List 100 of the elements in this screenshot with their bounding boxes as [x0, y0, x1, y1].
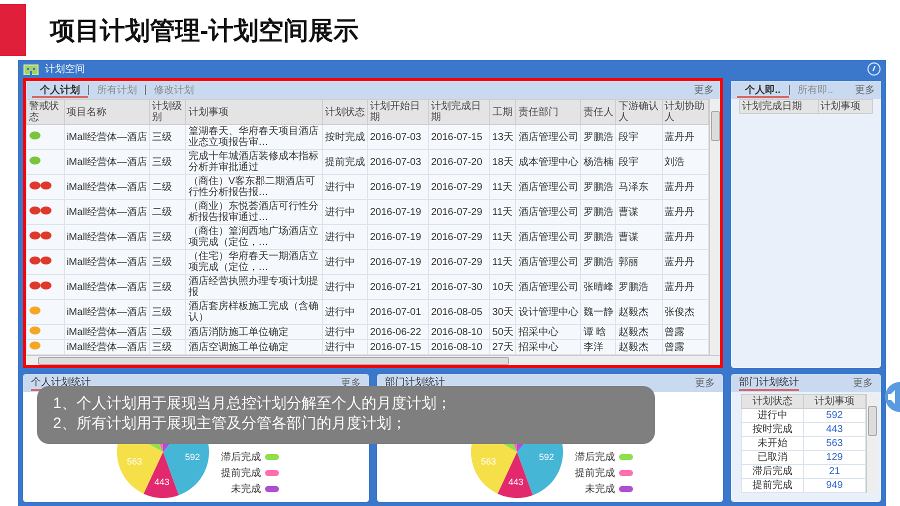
table-cell: 2016-07-19 [367, 224, 429, 250]
table-cell: （住宅）华府春天一期酒店立项完成（定位，… [186, 250, 322, 274]
column-header[interactable]: 计划事项 [818, 100, 872, 114]
panel-title: 部门计划统计 [739, 375, 799, 391]
table-cell: 2016-08-05 [428, 300, 490, 324]
table-cell: iMall经营体—酒店 [64, 324, 150, 340]
table-cell: 张俊杰 [662, 300, 708, 324]
column-header[interactable]: 计划完成日期 [428, 100, 490, 124]
column-header[interactable]: 警戒状态 [26, 100, 64, 124]
table-cell: 2016-07-19 [367, 250, 429, 274]
tab[interactable]: 个人计划 [32, 82, 88, 98]
table-cell: 三级 [150, 150, 186, 174]
table-cell: 马泽东 [616, 174, 662, 200]
table-cell: 李洋 [580, 340, 616, 354]
table-cell: 酒店管理公司 [516, 224, 581, 250]
table-cell: 129 [804, 450, 866, 464]
column-header[interactable]: 计划事项 [804, 394, 866, 408]
vertical-scrollbar[interactable] [709, 99, 720, 355]
table-cell: 进行中 [322, 250, 368, 274]
table-cell: 592 [804, 408, 866, 422]
column-header[interactable]: 计划状态 [742, 394, 804, 408]
table-cell: 11天 [490, 200, 516, 224]
column-header[interactable]: 计划状态 [322, 100, 368, 124]
accent-bar [0, 4, 26, 56]
table-cell: 曾露 [662, 324, 708, 340]
table-cell: 魏一静 [580, 300, 616, 324]
table-cell: 罗鹏浩 [580, 124, 616, 150]
table-cell: iMall经营体—酒店 [64, 274, 150, 300]
table-cell: 未开始 [742, 436, 804, 450]
table-cell: 2016-07-03 [367, 150, 429, 174]
table-cell: （商业）东悦荟酒店可行性分析报告报审通过… [186, 200, 322, 224]
table-cell: 滞后完成 [742, 464, 804, 478]
table-cell: 蓝丹丹 [662, 174, 708, 200]
table-cell: 酒店套房样板施工完成（含确认） [186, 300, 322, 324]
column-header[interactable]: 计划开始日期 [367, 100, 429, 124]
table-cell: 酒店管理公司 [516, 200, 581, 224]
building-icon [23, 63, 39, 75]
table-cell: 蓝丹丹 [662, 200, 708, 224]
table-cell: 酒店管理公司 [516, 174, 581, 200]
table-cell: 三级 [150, 224, 186, 250]
note-line: 2、所有计划用于展现主管及分管各部门的月度计划； [53, 414, 408, 434]
table-cell: 曹谋 [616, 224, 662, 250]
table-cell: 曹谋 [616, 200, 662, 224]
table-cell: iMall经营体—酒店 [64, 200, 150, 224]
column-header[interactable]: 责任部门 [516, 100, 581, 124]
table-cell: 郭丽 [616, 250, 662, 274]
column-header[interactable]: 责任人 [580, 100, 616, 124]
slice-label: 563 [480, 456, 496, 466]
column-header[interactable]: 计划协助人 [662, 100, 708, 124]
table-cell: 三级 [150, 250, 186, 274]
table-cell: 2016-08-10 [428, 340, 490, 354]
table-cell: 2016-07-01 [367, 300, 429, 324]
vertical-scrollbar[interactable] [866, 394, 877, 493]
table-cell: 10天 [490, 274, 516, 300]
table-cell: 罗鹏浩 [580, 250, 616, 274]
table-cell: 2016-07-15 [367, 340, 429, 354]
help-icon[interactable] [867, 62, 881, 76]
table-cell: （商住）篁润西地广场酒店立项完成（定位，… [186, 224, 322, 250]
table-cell: 蓝丹丹 [662, 124, 708, 150]
table-cell: 949 [804, 478, 866, 492]
table-cell: 罗鹏浩 [580, 174, 616, 200]
table-cell: iMall经营体—酒店 [64, 174, 150, 200]
column-header[interactable]: 计划事项 [186, 100, 322, 124]
table-cell: 罗鹏浩 [616, 274, 662, 300]
table-cell: 段宇 [616, 150, 662, 174]
slide-title: 项目计划管理-计划空间展示 [50, 16, 358, 46]
horizontal-scrollbar[interactable] [26, 355, 720, 365]
slice-label: 443 [508, 476, 524, 487]
table-cell: 蓝丹丹 [662, 250, 708, 274]
table-cell: 张晴峰 [580, 274, 616, 300]
table-cell: iMall经营体—酒店 [64, 224, 150, 250]
table-cell: 按时完成 [742, 422, 804, 436]
table-cell: 酒店管理公司 [516, 250, 581, 274]
table-cell: 酒店管理公司 [516, 274, 581, 300]
table-cell: 进行中 [322, 274, 368, 300]
table-cell: 进行中 [322, 324, 368, 340]
table-cell: 21 [804, 464, 866, 478]
note-line: 1、个人计划用于展现当月总控计划分解至个人的月度计划； [53, 394, 452, 414]
more-link[interactable]: 更多 [855, 83, 875, 97]
table-cell: 设计管理中心 [516, 300, 581, 324]
more-link[interactable]: 更多 [695, 376, 715, 390]
table-cell: 杨浩楠 [580, 150, 616, 174]
table-cell: 2016-07-30 [428, 274, 490, 300]
table-cell: 2016-07-03 [367, 124, 429, 150]
table-cell: 2016-07-29 [428, 200, 490, 224]
column-header[interactable]: 下游确认人 [616, 100, 662, 124]
table-cell: 三级 [150, 274, 186, 300]
column-header[interactable]: 计划完成日期 [740, 100, 818, 114]
column-header[interactable]: 工期 [490, 100, 516, 124]
table-cell: 2016-07-19 [367, 200, 429, 224]
column-header[interactable]: 项目名称 [64, 100, 150, 124]
table-cell: 曾露 [662, 340, 708, 354]
column-header[interactable]: 计划级别 [150, 100, 186, 124]
table-cell: 进行中 [322, 200, 368, 224]
table-cell: 完成十年城酒店装修成本指标分析并审批通过 [186, 150, 322, 174]
table-cell: 2016-07-19 [367, 174, 429, 200]
more-link[interactable]: 更多 [853, 376, 873, 390]
tab[interactable]: 个人即.. [737, 82, 789, 98]
more-link[interactable]: 更多 [694, 83, 714, 97]
table-cell: 进行中 [322, 340, 368, 354]
